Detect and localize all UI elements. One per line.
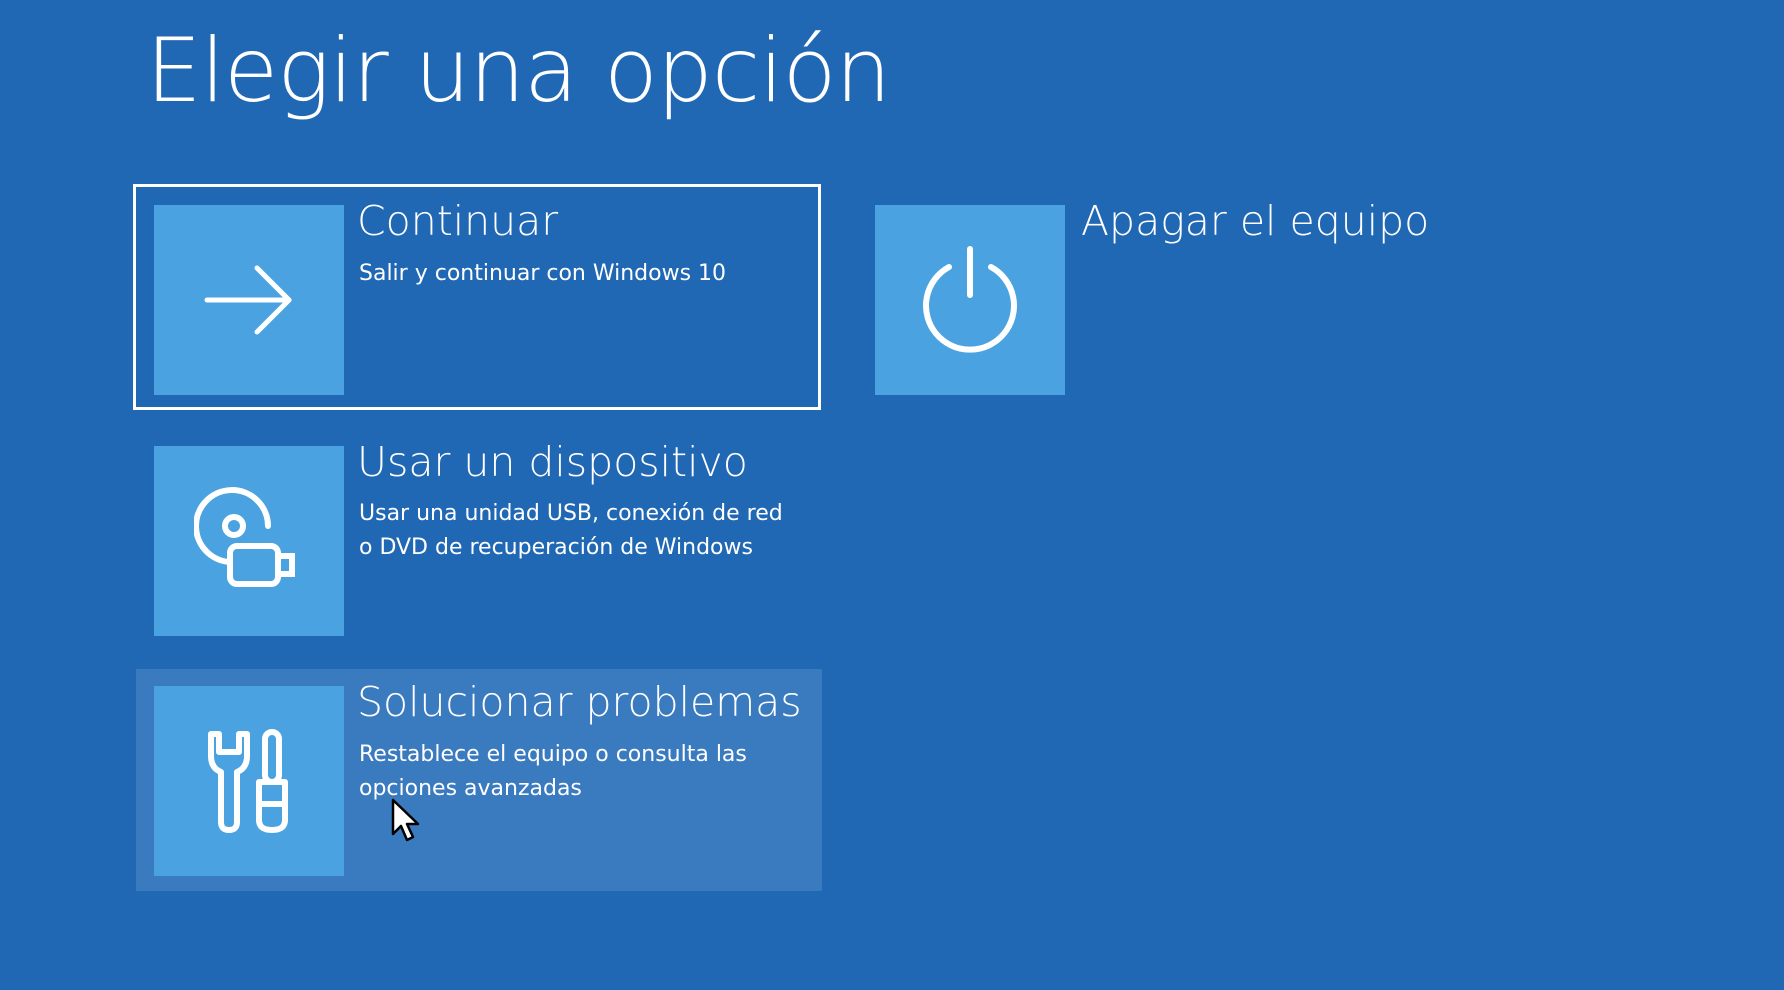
usb-disc-icon [194, 487, 295, 587]
option-use-device-title[interactable]: Usar un dispositivo [357, 438, 748, 486]
use-device-tile[interactable] [154, 446, 344, 636]
recovery-screen: Elegir una opción Continuar Salir y cont… [0, 0, 1784, 990]
troubleshoot-tile[interactable] [154, 686, 344, 876]
tools-icon [208, 729, 288, 833]
power-icon [923, 246, 1017, 353]
option-continue-title[interactable]: Continuar [357, 197, 558, 245]
option-shutdown-title[interactable]: Apagar el equipo [1081, 197, 1429, 245]
option-troubleshoot-title[interactable]: Solucionar problemas [357, 678, 802, 726]
arrow-right-icon [204, 265, 292, 335]
page-title: Elegir una opción [146, 19, 891, 122]
option-use-device-description: Usar una unidad USB, conexión de red o D… [359, 501, 783, 560]
shutdown-tile[interactable] [875, 205, 1065, 395]
option-continue-description: Salir y continuar con Windows 10 [359, 261, 727, 286]
mouse-pointer-icon [391, 798, 420, 842]
continue-tile[interactable] [154, 205, 344, 395]
option-troubleshoot-description: Restablece el equipo o consulta las opci… [359, 742, 747, 801]
